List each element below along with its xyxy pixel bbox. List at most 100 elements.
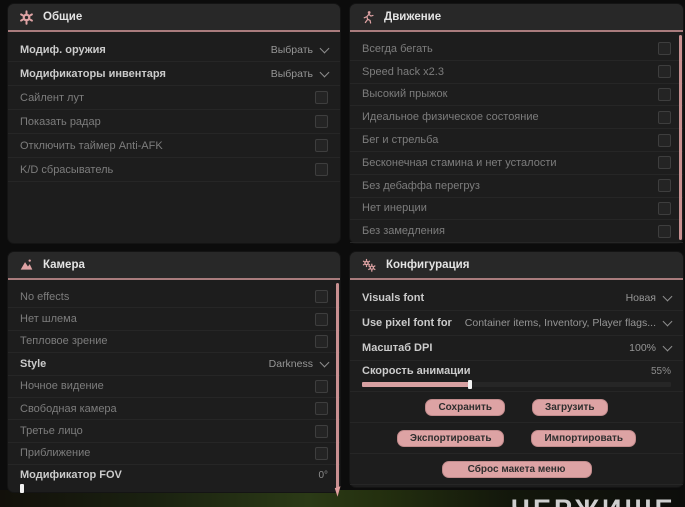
gear-icon xyxy=(19,9,34,25)
visuals-font-row: Visuals font Новая xyxy=(350,286,683,311)
toggle-row-speed-hack[interactable]: Speed hack x2.3 xyxy=(350,61,683,84)
checkbox[interactable] xyxy=(315,379,328,393)
checkbox[interactable] xyxy=(315,334,328,348)
animation-speed-value: 55% xyxy=(650,365,671,377)
toggle-row-silent-loot[interactable]: Сайлент лут xyxy=(8,86,340,110)
visuals-font-dropdown[interactable]: Новая xyxy=(626,291,673,304)
watermark-text: ЧЕРЖИШЕ xyxy=(511,494,676,507)
checkbox[interactable] xyxy=(658,179,671,193)
toggle-row-night-vision[interactable]: Ночное видение xyxy=(8,376,340,398)
reset-layout-row: Сброс макета меню xyxy=(350,454,683,485)
slider-handle[interactable] xyxy=(468,380,473,389)
weapon-mod-row: Модиф. оружия Выбрать xyxy=(8,38,340,62)
checkbox[interactable] xyxy=(658,110,671,124)
panel-configuration-header[interactable]: Конфигурация xyxy=(350,252,683,280)
chevron-down-icon xyxy=(319,43,330,53)
weapon-mod-dropdown[interactable]: Выбрать xyxy=(271,43,330,56)
export-button[interactable]: Экспортировать xyxy=(396,430,505,447)
chevron-down-icon xyxy=(319,357,330,368)
chevron-down-icon xyxy=(319,67,330,77)
checkbox[interactable] xyxy=(315,290,328,304)
toggle-row-no-inertia[interactable]: Нет инерции xyxy=(350,198,683,221)
panel-movement-header[interactable]: Движение xyxy=(350,4,683,32)
checkbox[interactable] xyxy=(658,42,671,56)
style-dropdown[interactable]: Darkness xyxy=(269,357,330,370)
toggle-row-high-jump[interactable]: Высокий прыжок xyxy=(350,84,683,107)
chevron-down-icon xyxy=(662,316,673,327)
toggle-row-run-and-shoot[interactable]: Бег и стрельба xyxy=(350,129,683,152)
toggle-row-thermal-vision[interactable]: Тепловое зрение xyxy=(8,331,340,354)
toggle-row-no-overload-debuff[interactable]: Без дебаффа перегруз xyxy=(350,175,683,198)
panel-general: Общие Модиф. оружия Выбрать Модификаторы… xyxy=(8,4,340,243)
toggle-row-perfect-condition[interactable]: Идеальное физическое состояние xyxy=(350,106,683,130)
panel-camera-header[interactable]: Камера xyxy=(8,252,340,280)
inventory-mod-row: Модификаторы инвентаря Выбрать xyxy=(8,62,340,86)
image-mountain-icon xyxy=(19,258,34,272)
chevron-down-icon xyxy=(662,341,673,352)
row-label: Отключить таймер Anti-AFK xyxy=(20,139,163,152)
toggle-row-kd-reset[interactable]: K/D сбрасыватель xyxy=(8,158,340,182)
panel-title: Общие xyxy=(43,11,83,23)
panel-title: Камера xyxy=(43,259,85,271)
animation-speed-block: Скорость анимации 55% xyxy=(350,361,683,392)
checkbox[interactable] xyxy=(315,163,328,176)
checkbox[interactable] xyxy=(315,312,328,326)
toggle-row-zoom[interactable]: Приближение xyxy=(8,443,340,466)
scrollbar[interactable] xyxy=(336,283,339,489)
toggle-row-no-slowdown[interactable]: Без замедления xyxy=(350,220,683,244)
save-load-row: Сохранить Загрузить xyxy=(350,392,683,423)
row-label: Модификаторы инвентаря xyxy=(20,67,166,80)
toggle-row-infinite-stamina[interactable]: Бесконечная стамина и нет усталости xyxy=(350,152,683,175)
checkbox[interactable] xyxy=(315,139,328,152)
panel-title: Конфигурация xyxy=(386,259,470,271)
fov-value: 0° xyxy=(318,469,328,481)
inventory-mod-dropdown[interactable]: Выбрать xyxy=(271,67,330,80)
pixel-font-row: Use pixel font for Container items, Inve… xyxy=(350,311,683,336)
panel-title: Движение xyxy=(384,11,442,23)
checkbox[interactable] xyxy=(658,156,671,170)
pixel-font-dropdown[interactable]: Container items, Inventory, Player flags… xyxy=(465,316,673,329)
toggle-row-show-radar[interactable]: Показать радар xyxy=(8,110,340,134)
slider-handle[interactable] xyxy=(20,484,24,494)
fov-modifier-block: Модификатор FOV 0° xyxy=(8,465,340,494)
checkbox[interactable] xyxy=(315,115,328,128)
panel-general-header[interactable]: Общие xyxy=(8,4,340,32)
runner-icon xyxy=(361,10,375,25)
dpi-scale-dropdown[interactable]: 100% xyxy=(629,341,673,354)
checkbox[interactable] xyxy=(658,201,671,215)
checkbox[interactable] xyxy=(658,133,671,147)
toggle-row-no-helmet[interactable]: Нет шлема xyxy=(8,308,340,331)
checkbox[interactable] xyxy=(315,402,328,416)
row-label: K/D сбрасыватель xyxy=(20,163,114,176)
checkbox[interactable] xyxy=(658,87,671,101)
gears-icon xyxy=(361,258,377,273)
checkbox[interactable] xyxy=(658,224,671,238)
load-button[interactable]: Загрузить xyxy=(531,399,608,416)
export-import-row: Экспортировать Импортировать xyxy=(350,423,683,454)
row-label: Показать радар xyxy=(20,115,101,128)
slider-fill xyxy=(362,382,471,387)
save-button[interactable]: Сохранить xyxy=(425,399,505,416)
reset-menu-layout-button[interactable]: Сброс макета меню xyxy=(441,461,592,478)
cheat-menu-overlay: ЧЕРЖИШЕ Общие xyxy=(0,0,685,507)
animation-speed-slider[interactable] xyxy=(362,380,671,389)
checkbox[interactable] xyxy=(315,446,328,460)
panel-configuration: Конфигурация Visuals font Новая Use pixe… xyxy=(350,252,683,487)
fov-slider[interactable] xyxy=(20,484,328,494)
chevron-down-icon xyxy=(662,291,673,302)
row-label: Модиф. оружия xyxy=(20,43,106,56)
toggle-row-free-camera[interactable]: Свободная камера xyxy=(8,398,340,421)
toggle-row-anti-afk[interactable]: Отключить таймер Anti-AFK xyxy=(8,134,340,158)
checkbox[interactable] xyxy=(315,91,328,104)
panel-movement: Движение Всегда бегать Speed hack x2.3 В… xyxy=(350,4,683,244)
import-button[interactable]: Импортировать xyxy=(531,430,637,447)
toggle-row-no-effects[interactable]: No effects xyxy=(8,286,340,309)
toggle-row-third-person[interactable]: Третье лицо xyxy=(8,420,340,443)
row-label: Сайлент лут xyxy=(20,91,84,104)
checkbox[interactable] xyxy=(658,65,671,79)
style-row: Style Darkness xyxy=(8,353,340,376)
panel-camera: Камера No effects Нет шлема Тепловое зре… xyxy=(8,252,340,494)
toggle-row-always-run[interactable]: Всегда бегать xyxy=(350,38,683,61)
scrollbar[interactable] xyxy=(679,35,682,240)
checkbox[interactable] xyxy=(315,424,328,438)
